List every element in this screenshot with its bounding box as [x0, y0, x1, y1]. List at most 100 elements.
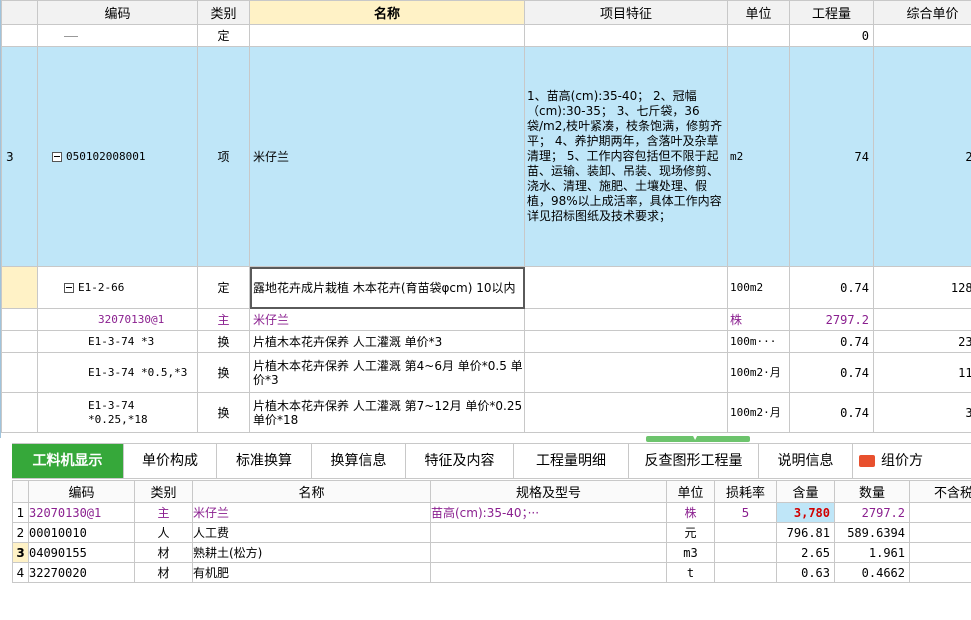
col-name[interactable]: 名称 [192, 480, 431, 503]
col-unit[interactable]: 单位 [666, 480, 715, 503]
spec-cell[interactable] [430, 562, 667, 583]
col-unit[interactable]: 单位 [727, 0, 790, 25]
content-cell[interactable]: 796.81 [776, 522, 835, 543]
loss-cell[interactable] [714, 522, 777, 543]
type-cell[interactable]: 材 [134, 562, 193, 583]
unit-cell[interactable]: 株 [666, 502, 715, 523]
splitter-handle[interactable]: ▼ [646, 432, 750, 442]
table-row[interactable]: E1-3-74 *0.5,*3 换 片植木本花卉保养 人工灌溉 第4~6月 单价… [1, 352, 971, 393]
type-cell[interactable]: 项 [197, 46, 250, 267]
table-row[interactable]: 4 32270020 材 有机肥 t 0.63 0.4662 [12, 562, 971, 583]
type-cell[interactable]: 主 [134, 502, 193, 523]
type-cell[interactable]: 定 [197, 266, 250, 309]
name-cell[interactable]: 米仔兰 [249, 46, 525, 267]
loss-cell[interactable]: 5 [714, 502, 777, 523]
qty-cell[interactable]: 74 [789, 46, 874, 267]
price-cell[interactable] [873, 24, 971, 47]
content-cell[interactable]: 0.63 [776, 562, 835, 583]
spec-cell[interactable]: 苗高(cm):35-40；··· [430, 502, 667, 523]
table-row[interactable]: E1-3-74 *0.25,*18 换 片植木本花卉保养 人工灌溉 第7~12月… [1, 392, 971, 433]
name-cell[interactable]: 片植木本花卉保养 人工灌溉 第4~6月 单价*0.5 单价*3 [249, 352, 525, 393]
qty-cell[interactable]: 0.74 [789, 266, 874, 309]
name-cell[interactable]: 米仔兰 [249, 308, 525, 331]
price-cell[interactable]: 2395 [873, 330, 971, 353]
name-cell[interactable]: 米仔兰 [192, 502, 431, 523]
col-qty[interactable]: 数量 [834, 480, 910, 503]
unit-cell[interactable]: 100m··· [727, 330, 790, 353]
name-cell[interactable] [249, 24, 525, 47]
price-cell[interactable] [873, 308, 971, 331]
code-cell[interactable]: 04090155 [28, 542, 135, 563]
col-content[interactable]: 含量 [776, 480, 835, 503]
name-cell[interactable]: 熟耕土(松方) [192, 542, 431, 563]
unit-cell[interactable]: m2 [727, 46, 790, 267]
code-cell[interactable]: 00010010 [28, 522, 135, 543]
table-row[interactable]: 定 0 [1, 24, 971, 47]
price-cell[interactable]: 359 [873, 392, 971, 433]
qty-cell[interactable]: 0.4662 [834, 562, 910, 583]
qty-cell[interactable]: 1.961 [834, 542, 910, 563]
type-cell[interactable]: 材 [134, 542, 193, 563]
name-cell[interactable]: 有机肥 [192, 562, 431, 583]
col-code[interactable]: 编码 [28, 480, 135, 503]
table-row[interactable]: 32070130@1 主 米仔兰 株 2797.2 [1, 308, 971, 331]
qty-cell[interactable]: 0 [789, 24, 874, 47]
table-row[interactable]: E1-3-74 *3 换 片植木本花卉保养 人工灌溉 单价*3 100m··· … [1, 330, 971, 353]
tab-qty-detail[interactable]: 工程量明细 [514, 444, 629, 478]
code-cell[interactable] [37, 24, 198, 47]
type-cell[interactable]: 换 [197, 330, 250, 353]
name-cell[interactable]: 露地花卉成片栽植 木本花卉(育苗袋φcm) 10以内 [249, 266, 525, 309]
code-cell[interactable]: 32070130@1 [28, 502, 135, 523]
loss-cell[interactable] [714, 542, 777, 563]
feature-cell[interactable] [524, 266, 728, 309]
tab-unit-price[interactable]: 单价构成 [124, 444, 217, 478]
col-name[interactable]: 名称 [249, 0, 525, 25]
price-cell[interactable]: 200 [873, 46, 971, 267]
type-cell[interactable]: 定 [197, 24, 250, 47]
qty-cell[interactable]: 2797.2 [834, 502, 910, 523]
tab-std-conversion[interactable]: 标准换算 [217, 444, 312, 478]
table-row[interactable]: E1-2-66 定 露地花卉成片栽植 木本花卉(育苗袋φcm) 10以内 100… [1, 266, 971, 309]
collapse-icon[interactable] [64, 283, 74, 293]
tab-pricing[interactable]: 组价方 [853, 444, 971, 478]
unit-cell[interactable]: 100m2·月 [727, 392, 790, 433]
collapse-icon[interactable] [52, 152, 62, 162]
content-cell[interactable]: 2.65 [776, 542, 835, 563]
price-cell[interactable]: 1197 [873, 352, 971, 393]
name-cell[interactable]: 人工费 [192, 522, 431, 543]
price-cell[interactable] [909, 542, 971, 563]
price-cell[interactable] [909, 522, 971, 543]
feature-cell[interactable]: 1、苗高(cm):35-40； 2、冠幅（cm):30-35； 3、七斤袋，36… [524, 46, 728, 267]
unit-cell[interactable]: 100m2·月 [727, 352, 790, 393]
table-row-selected[interactable]: 3 050102008001 项 米仔兰 1、苗高(cm):35-40； 2、冠… [1, 46, 971, 267]
unit-cell[interactable]: t [666, 562, 715, 583]
qty-cell[interactable]: 0.74 [789, 392, 874, 433]
feature-cell[interactable] [524, 330, 728, 353]
name-cell[interactable]: 片植木本花卉保养 人工灌溉 第7~12月 单价*0.25 单价*18 [249, 392, 525, 433]
col-loss[interactable]: 损耗率 [714, 480, 777, 503]
tab-material[interactable]: 工料机显示 [12, 444, 124, 478]
unit-cell[interactable]: 元 [666, 522, 715, 543]
code-cell[interactable]: 32270020 [28, 562, 135, 583]
col-price[interactable]: 综合单价 [873, 0, 971, 25]
type-cell[interactable]: 人 [134, 522, 193, 543]
name-cell[interactable]: 片植木本花卉保养 人工灌溉 单价*3 [249, 330, 525, 353]
code-cell[interactable]: 32070130@1 [37, 308, 198, 331]
spec-cell[interactable] [430, 542, 667, 563]
code-cell[interactable]: E1-3-74 *0.5,*3 [37, 352, 198, 393]
code-cell[interactable]: E1-2-66 [37, 266, 198, 309]
tab-conversion-info[interactable]: 换算信息 [312, 444, 406, 478]
feature-cell[interactable] [524, 308, 728, 331]
table-row[interactable]: 3 04090155 材 熟耕土(松方) m3 2.65 1.961 [12, 542, 971, 563]
tab-features[interactable]: 特征及内容 [406, 444, 514, 478]
type-cell[interactable]: 换 [197, 392, 250, 433]
col-qty[interactable]: 工程量 [789, 0, 874, 25]
col-code[interactable]: 编码 [37, 0, 198, 25]
feature-cell[interactable] [524, 352, 728, 393]
price-cell[interactable] [909, 562, 971, 583]
unit-cell[interactable] [727, 24, 790, 47]
qty-cell[interactable]: 2797.2 [789, 308, 874, 331]
loss-cell[interactable] [714, 562, 777, 583]
col-type[interactable]: 类别 [197, 0, 250, 25]
unit-cell[interactable]: 株 [727, 308, 790, 331]
